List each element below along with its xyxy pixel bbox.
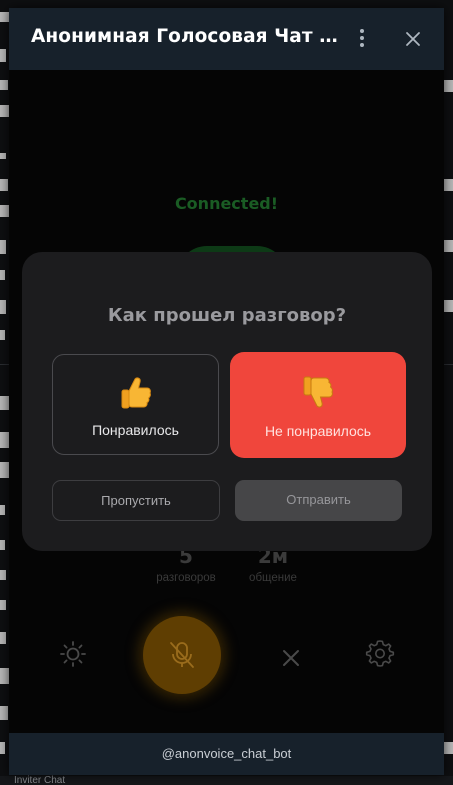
skip-button[interactable]: Пропустить [52,480,220,521]
background-text-fragment [0,49,6,62]
background-text-fragment [0,330,5,340]
bot-footer: @anonvoice_chat_bot [9,733,444,775]
send-label: Отправить [286,492,351,507]
menu-button[interactable] [350,26,374,52]
background-text-fragment [0,505,5,515]
background-text-fragment [0,742,5,754]
like-button[interactable]: Понравилось [52,354,219,455]
background-text-fragment [0,12,9,22]
kebab-menu-icon [360,29,364,47]
skip-label: Пропустить [101,493,171,508]
settings-button[interactable] [365,638,395,672]
background-text-fragment [0,706,8,720]
background-text-fragment [0,205,9,217]
background-text-fragment [444,179,453,191]
microphone-muted-icon [170,642,194,668]
send-rating-button[interactable]: Отправить [235,480,402,521]
rating-modal: Как прошел разговор? Понравилось Не понр… [22,252,432,551]
like-label: Понравилось [92,422,179,438]
mute-toggle-button[interactable] [143,616,221,694]
background-text-fragment [0,153,6,159]
background-text-fragment [0,80,8,90]
thumbs-up-icon [53,375,218,415]
connection-status: Connected! [174,194,279,213]
background-text-fragment [0,570,6,580]
thumbs-down-icon [230,374,406,414]
background-text-fragment [0,105,9,117]
background-text-fragment [444,742,453,754]
background-footer-text: Inviter Chat [14,775,66,785]
dislike-label: Не понравилось [264,423,372,439]
gear-icon [365,640,395,667]
background-text-fragment [0,668,9,684]
window-title: Анонимная Голосовая Чат Рулетка [31,26,349,47]
background-text-fragment [0,270,5,280]
bot-handle[interactable]: @anonvoice_chat_bot [9,746,444,761]
background-text-fragment [0,632,6,644]
background-text-fragment [0,240,6,254]
modal-title: Как прошел разговор? [107,305,347,326]
close-icon [406,32,420,46]
end-call-button[interactable] [279,646,303,674]
background-text-fragment [0,396,9,410]
background-text-fragment [0,179,8,191]
stat-label: разговоров [156,572,216,584]
dislike-button[interactable]: Не понравилось [230,352,406,458]
background-footer: Inviter Chat [0,775,453,785]
background-text-fragment [0,462,9,478]
background-text-fragment [444,80,453,92]
background-text-fragment [444,300,453,312]
window-header: Анонимная Голосовая Чат Рулетка [9,8,444,70]
background-text-fragment [0,600,6,610]
background-text-fragment [0,540,5,550]
sun-icon [60,641,86,667]
stat-label: общение [249,572,297,584]
background-text-fragment [0,432,9,448]
background-text-fragment [0,300,6,314]
theme-toggle-button[interactable] [59,640,87,672]
close-window-button[interactable] [402,28,424,50]
background-text-fragment [444,240,453,252]
close-icon [283,650,299,666]
